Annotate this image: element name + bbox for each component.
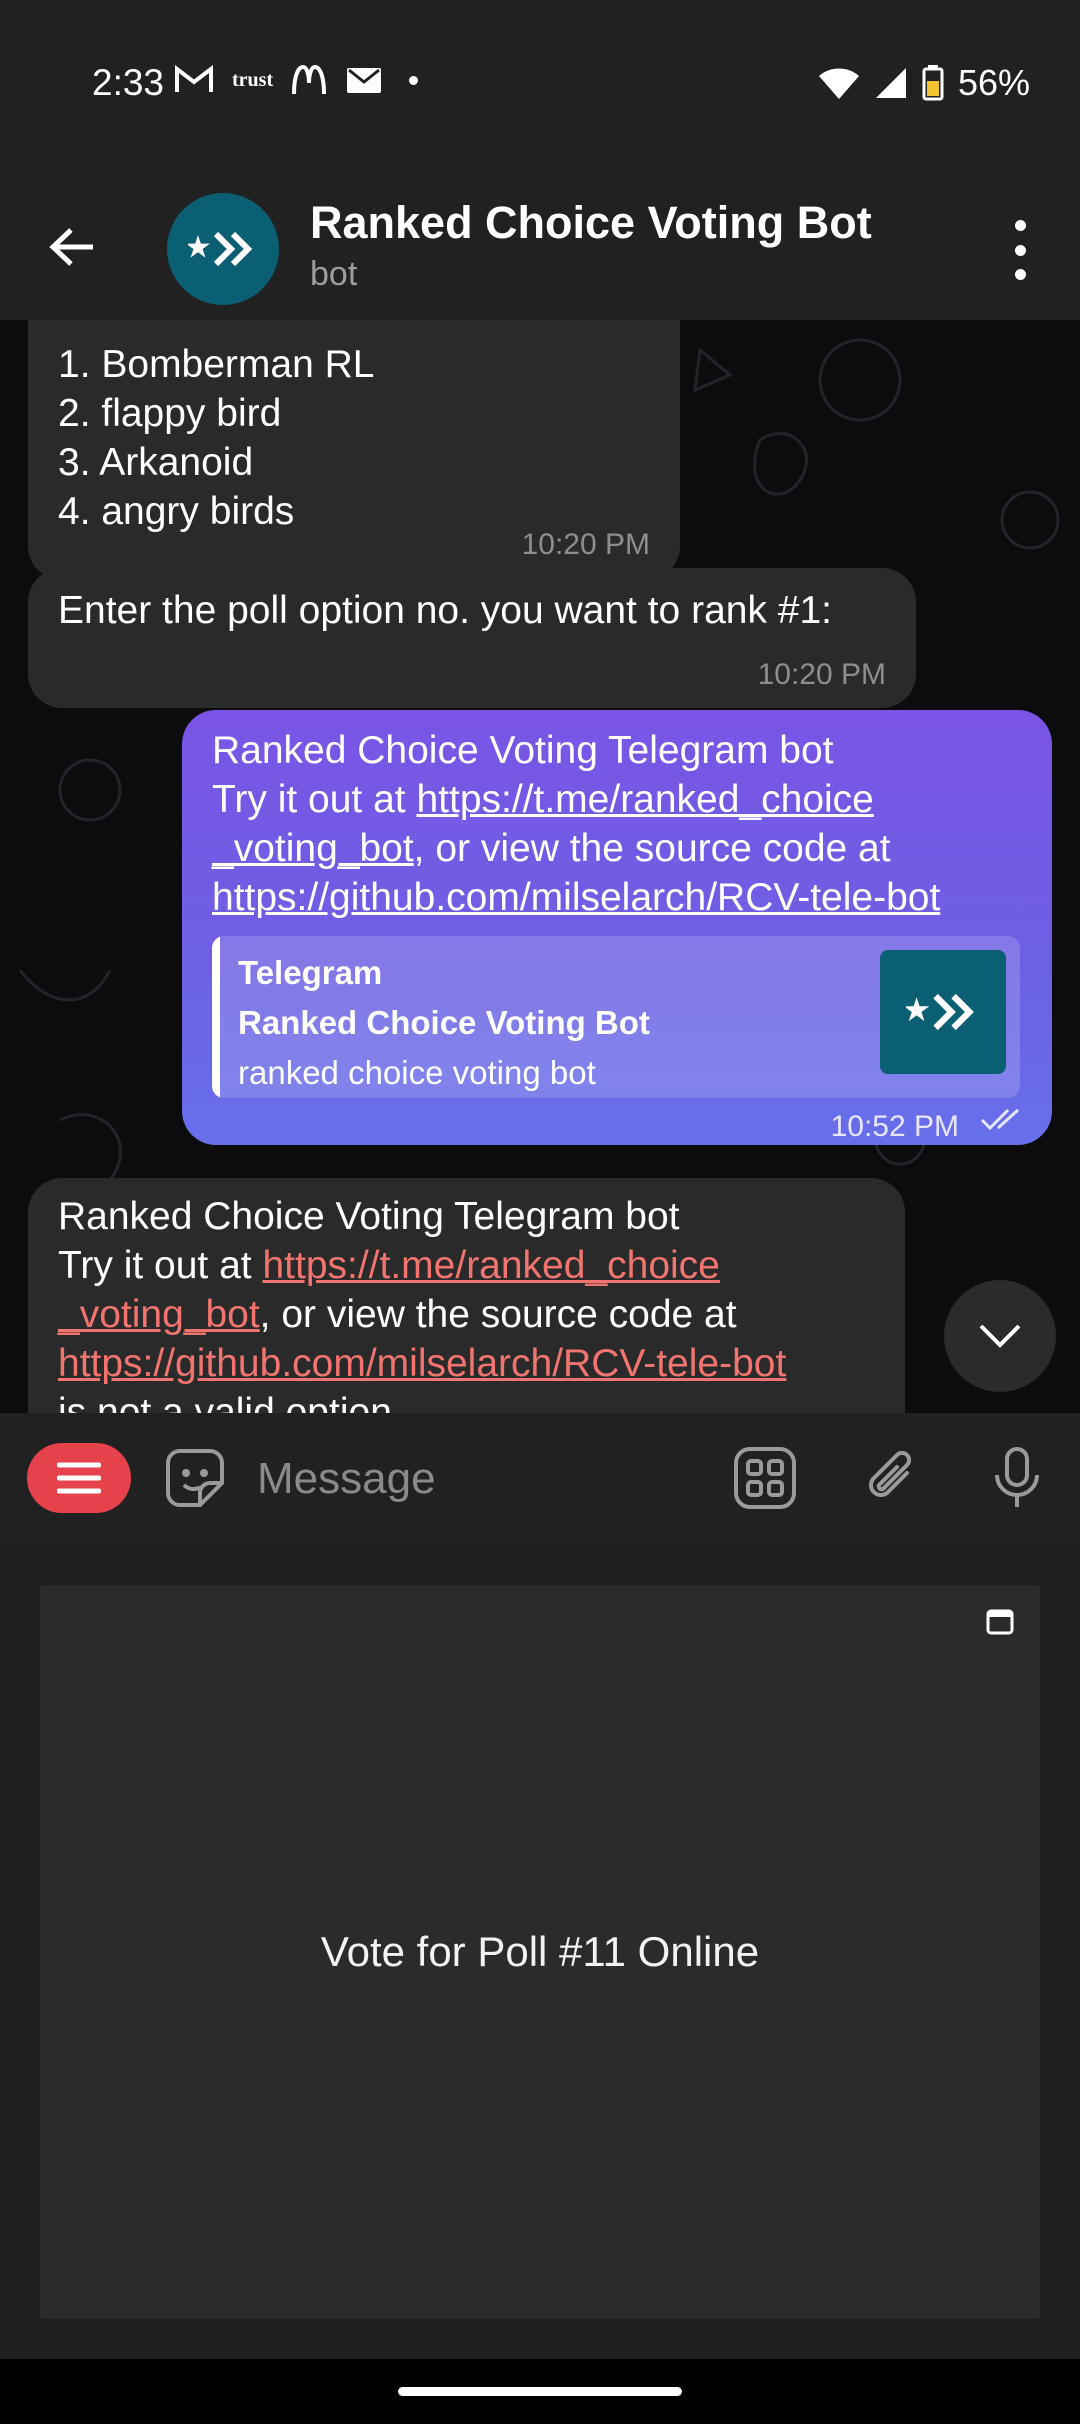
bot-avatar[interactable] [167, 193, 279, 305]
bot-logo-icon [188, 231, 253, 267]
chevron-down-icon [979, 1324, 1021, 1348]
text-line: _voting_bot, or view the source code at [58, 1290, 786, 1339]
poll-options-message[interactable]: —————————————————— 1. Bomberman RL 2. fl… [28, 320, 726, 580]
link-preview-card[interactable]: Telegram Ranked Choice Voting Bot ranked… [212, 936, 1020, 1098]
grid-icon [734, 1447, 796, 1509]
arrow-left-icon [49, 228, 93, 266]
message-time: 10:20 PM [521, 528, 650, 561]
text-line: is not a valid option [58, 1391, 392, 1413]
bot-link[interactable]: https://t.me/ranked_choice [262, 1244, 719, 1287]
navigation-bar [0, 2359, 1080, 2424]
bot-menu-button[interactable] [27, 1443, 131, 1513]
message-text: Enter the poll option no. you want to ra… [58, 589, 833, 632]
vote-online-button[interactable]: Vote for Poll #11 Online [40, 1585, 1040, 2319]
voice-message-button[interactable] [982, 1443, 1052, 1513]
bot-commands-button[interactable] [730, 1443, 800, 1513]
mcdonalds-icon [292, 64, 327, 95]
sticker-button[interactable] [160, 1443, 230, 1513]
more-options-button[interactable] [1000, 220, 1040, 280]
kebab-dot [1014, 220, 1026, 231]
chat-title[interactable]: Ranked Choice Voting Bot [310, 197, 872, 249]
battery-percent: 56% [957, 62, 1030, 103]
preview-thumbnail [880, 950, 1006, 1074]
text-fragment: Try it out at [58, 1244, 263, 1287]
message-input[interactable] [255, 1443, 699, 1515]
battery-icon [922, 65, 944, 101]
preview-site-name: Telegram [238, 954, 383, 991]
github-link[interactable]: https://github.com/milselarch/RCV-tele-b… [58, 1342, 786, 1385]
bot-link-continued[interactable]: _voting_bot [58, 1293, 260, 1336]
double-check-icon [980, 1108, 1020, 1131]
poll-option: 3. Arkanoid [58, 441, 254, 484]
text-line: Ranked Choice Voting Telegram bot [212, 729, 834, 772]
text-fragment: Try it out at [212, 778, 417, 821]
kebab-dot [1014, 244, 1026, 256]
wifi-icon [818, 68, 859, 99]
text-fragment: , or view the source code at [413, 827, 891, 870]
bot-logo-icon [906, 993, 974, 1031]
kebab-dot [1014, 269, 1026, 280]
bot-keyboard: Vote for Poll #11 Online [0, 1545, 1080, 2359]
paperclip-icon [869, 1450, 912, 1497]
status-time: 2:33 [92, 62, 165, 103]
text-line: Ranked Choice Voting Telegram bot [58, 1195, 680, 1238]
preview-accent-bar [212, 936, 220, 1098]
message-text: Ranked Choice Voting Telegram bot Try it… [212, 726, 940, 922]
text-line: Try it out at https://t.me/ranked_choice [58, 1241, 786, 1290]
invalid-option-message[interactable]: Ranked Choice Voting Telegram bot Try it… [28, 1178, 905, 1413]
menu-icon [57, 1462, 101, 1494]
mail-icon [347, 68, 382, 93]
poll-option: 1. Bomberman RL [58, 343, 375, 386]
message-time: 10:52 PM [830, 1110, 959, 1143]
attach-button[interactable] [857, 1443, 927, 1513]
vote-online-label: Vote for Poll #11 Online [320, 1928, 760, 1975]
microphone-icon [995, 1447, 1039, 1507]
poll-option: 2. flappy bird [58, 392, 282, 435]
message-text: Ranked Choice Voting Telegram bot Try it… [58, 1192, 786, 1413]
scroll-to-bottom-button[interactable] [944, 1280, 1056, 1392]
home-indicator[interactable] [398, 2387, 682, 2396]
back-button[interactable] [42, 217, 102, 277]
trust-icon: trust [232, 68, 274, 91]
notification-icons: trust [174, 64, 419, 96]
poll-option: 4. angry birds [58, 490, 295, 533]
github-link[interactable]: https://github.com/milselarch/RCV-tele-b… [212, 876, 940, 919]
text-line: https://github.com/milselarch/RCV-tele-b… [58, 1339, 786, 1388]
text-line: Try it out at https://t.me/ranked_choice [212, 775, 940, 824]
sticker-icon [166, 1449, 224, 1507]
web-app-icon [986, 1609, 1014, 1635]
outgoing-message[interactable]: Ranked Choice Voting Telegram bot Try it… [182, 710, 1052, 1145]
text-fragment: , or view the source code at [259, 1293, 737, 1336]
status-bar: 2:33 trust 56% [0, 0, 1080, 175]
bot-link[interactable]: https://t.me/ranked_choice [416, 778, 873, 821]
message-time: 10:20 PM [757, 658, 886, 691]
system-status: 56% [818, 62, 1030, 104]
signal-icon [875, 68, 906, 98]
chat-area[interactable]: —————————————————— 1. Bomberman RL 2. fl… [0, 320, 1080, 1413]
chat-header: Ranked Choice Voting Bot bot [0, 175, 1080, 320]
bot-link-continued[interactable]: _voting_bot [212, 827, 414, 870]
text-line: _voting_bot, or view the source code at [212, 824, 940, 873]
rank-prompt-message[interactable]: Enter the poll option no. you want to ra… [28, 568, 916, 708]
gmail-icon [175, 65, 213, 92]
preview-title: Ranked Choice Voting Bot [238, 1004, 650, 1041]
preview-description: ranked choice voting bot [238, 1054, 596, 1091]
chat-subtitle: bot [310, 255, 358, 293]
message-composer [0, 1413, 1080, 1545]
dot-icon [409, 75, 419, 85]
text-line: https://github.com/milselarch/RCV-tele-b… [212, 873, 940, 922]
separator-line: —————————————————— [58, 320, 726, 339]
